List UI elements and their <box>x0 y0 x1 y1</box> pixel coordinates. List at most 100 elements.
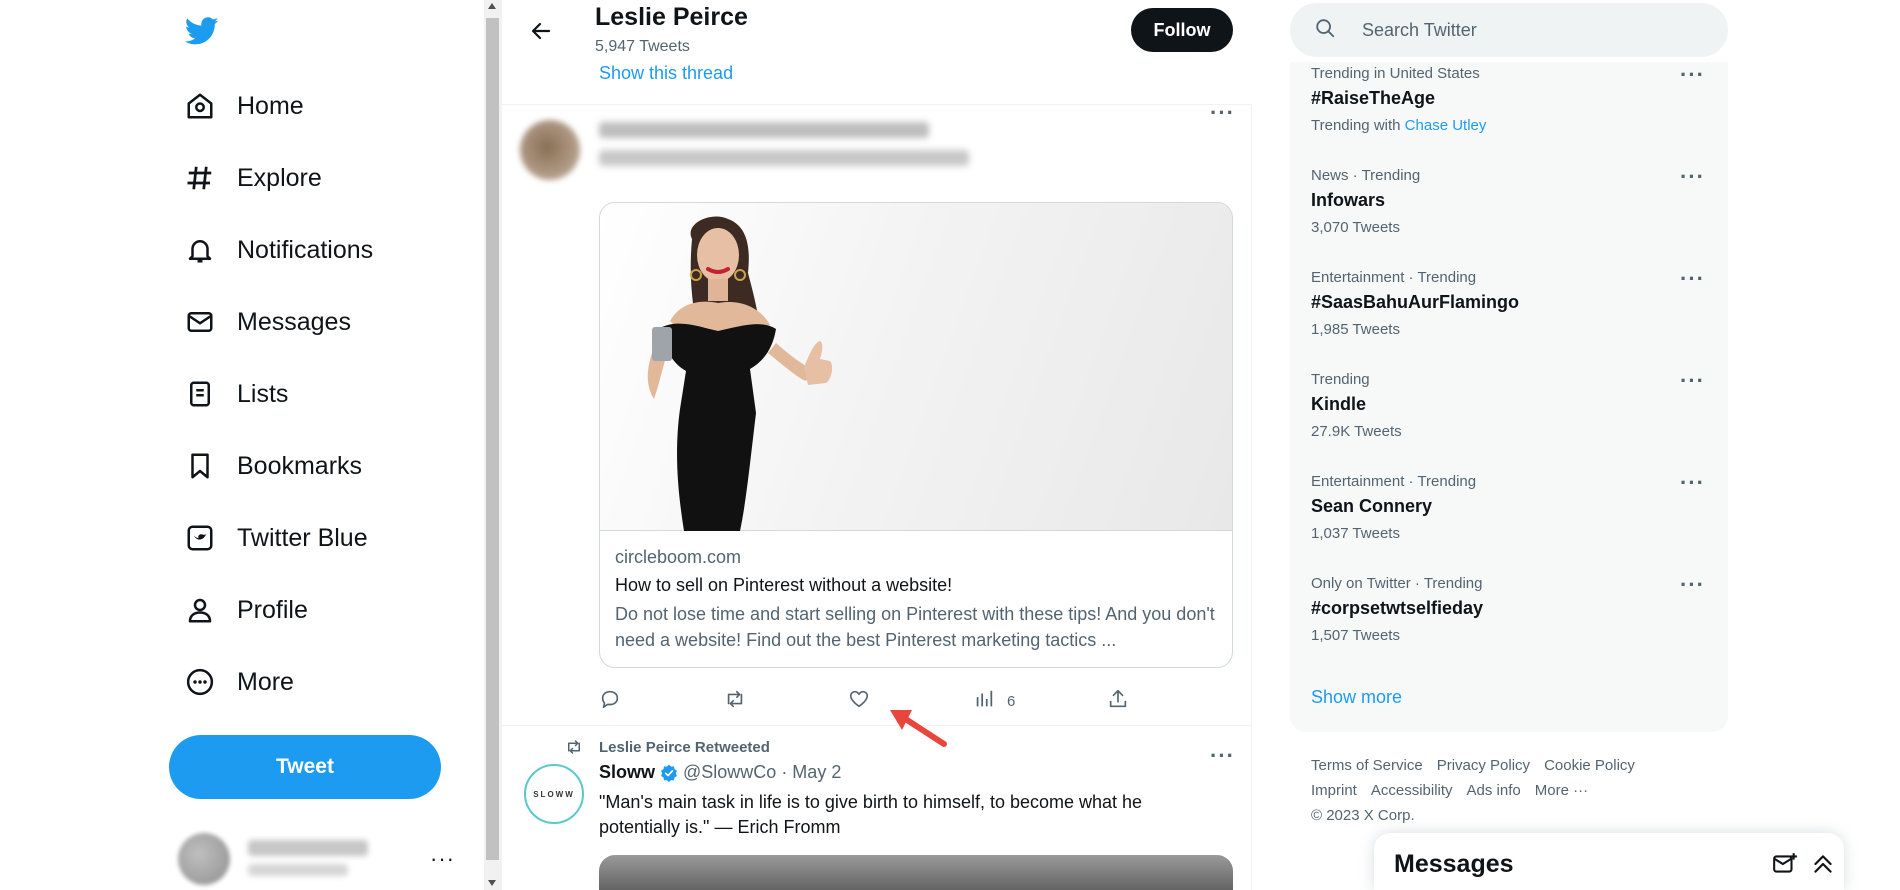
trend-meta: 1,985 Tweets <box>1311 321 1400 338</box>
heart-icon <box>848 688 870 715</box>
nav-label: Twitter Blue <box>237 523 368 552</box>
share-icon <box>1107 688 1129 715</box>
search-input[interactable] <box>1362 19 1682 41</box>
more-dots-icon: ··· <box>430 846 455 871</box>
expand-chevron-icon[interactable] <box>1810 851 1836 882</box>
trend-item[interactable]: News · Trending Infowars 3,070 Tweets ··… <box>1290 164 1728 266</box>
nav-messages[interactable]: Messages <box>175 294 367 350</box>
nav-twitter-blue[interactable]: Twitter Blue <box>175 510 384 566</box>
trend-item[interactable]: Trending Kindle 27.9K Tweets ··· <box>1290 368 1728 470</box>
twitter-page: Home Explore Notifications Messages List… <box>0 0 1900 890</box>
footer-link[interactable]: Terms of Service <box>1311 757 1423 774</box>
scrollbar-thumb[interactable] <box>486 18 499 860</box>
trend-context: Entertainment · Trending <box>1311 269 1477 286</box>
views-count: 6 <box>1007 692 1016 710</box>
trend-related-link[interactable]: Chase Utley <box>1405 117 1487 134</box>
more-dots-icon[interactable]: ··· <box>1210 100 1235 126</box>
trend-meta: 27.9K Tweets <box>1311 423 1402 440</box>
show-thread-link[interactable]: Show this thread <box>599 63 733 84</box>
nav-notifications[interactable]: Notifications <box>175 222 389 278</box>
nav-label: Bookmarks <box>237 451 363 480</box>
nav-label: Home <box>237 91 304 120</box>
nav-label: More <box>237 667 294 696</box>
trend-item[interactable]: Entertainment · Trending #SaasBahuAurFla… <box>1290 266 1728 368</box>
retweet-label[interactable]: Leslie Peirce Retweeted <box>599 739 770 756</box>
retweet-icon <box>723 688 747 715</box>
hashtag-icon <box>183 161 217 195</box>
tweet-author-name[interactable]: Sloww <box>599 762 655 783</box>
tweet-button[interactable]: Tweet <box>169 735 441 799</box>
more-dots-icon[interactable]: ··· <box>1680 572 1705 598</box>
follow-button[interactable]: Follow <box>1131 8 1233 52</box>
nav-bookmarks[interactable]: Bookmarks <box>175 438 378 494</box>
footer-link[interactable]: Privacy Policy <box>1437 757 1530 774</box>
back-arrow-icon[interactable] <box>524 14 558 48</box>
show-more-link[interactable]: Show more <box>1311 687 1402 708</box>
footer-link[interactable]: Accessibility <box>1371 782 1453 799</box>
footer-link[interactable]: Imprint <box>1311 782 1357 799</box>
views-button[interactable]: 6 <box>973 686 1015 716</box>
trend-meta: 1,507 Tweets <box>1311 627 1400 644</box>
trend-name: Kindle <box>1311 394 1367 414</box>
nav-label: Notifications <box>237 235 374 264</box>
avatar-text: SLOWW <box>533 789 575 799</box>
nav-more[interactable]: More <box>175 654 310 710</box>
scroll-down-icon[interactable] <box>488 880 496 886</box>
retweet-button[interactable] <box>723 686 747 716</box>
nav-lists[interactable]: Lists <box>175 366 304 422</box>
scroll-up-icon[interactable] <box>488 3 496 9</box>
account-switcher[interactable]: ··· <box>178 828 478 890</box>
analytics-icon <box>973 688 995 715</box>
like-button[interactable] <box>848 686 870 716</box>
more-dots-icon[interactable]: ··· <box>1680 164 1705 190</box>
tweet[interactable]: ··· circleboom.com How to sell on Pinter… <box>502 100 1252 747</box>
nav-explore[interactable]: Explore <box>175 150 338 206</box>
search-icon <box>1314 17 1336 44</box>
account-handle-blurred <box>248 864 348 876</box>
profile-name: Leslie Peirce <box>595 3 748 31</box>
main-timeline: Leslie Peirce 5,947 Tweets Show this thr… <box>501 0 1252 890</box>
trend-name: #corpsetwtselfieday <box>1311 598 1484 618</box>
nav-profile[interactable]: Profile <box>175 582 324 638</box>
trend-meta-prefix: Trending with <box>1311 117 1401 134</box>
tweet-count: 5,947 Tweets <box>595 38 690 55</box>
reply-button[interactable] <box>599 686 621 716</box>
more-dots-icon[interactable]: ··· <box>1680 470 1705 496</box>
bell-icon <box>183 233 217 267</box>
more-dots-icon[interactable]: ··· <box>1680 62 1705 88</box>
search-box[interactable] <box>1290 3 1728 57</box>
twitter-logo-icon[interactable] <box>183 14 221 48</box>
nav-label: Messages <box>237 307 351 336</box>
nav-home[interactable]: Home <box>175 78 320 134</box>
footer-link[interactable]: Cookie Policy <box>1544 757 1635 774</box>
tweet-author-blurred <box>599 122 929 138</box>
profile-header: Leslie Peirce 5,947 Tweets Show this thr… <box>502 0 1252 105</box>
right-sidebar: Trending in United States #RaiseTheAge T… <box>1270 0 1900 890</box>
account-name-blurred <box>248 840 368 856</box>
tweet-handle-date[interactable]: @SlowwCo · May 2 <box>683 762 841 783</box>
more-dots-icon[interactable]: ··· <box>1210 743 1235 769</box>
left-sidebar: Home Explore Notifications Messages List… <box>0 0 484 890</box>
messages-drawer[interactable]: Messages <box>1374 833 1844 890</box>
tweet[interactable]: Leslie Peirce Retweeted SLOWW Sloww @Slo… <box>502 727 1252 890</box>
bookmark-icon <box>183 449 217 483</box>
more-dots-icon[interactable]: ··· <box>1680 368 1705 394</box>
mail-icon <box>183 305 217 339</box>
scrollbar[interactable] <box>484 0 501 890</box>
more-dots-icon[interactable]: ··· <box>1680 266 1705 292</box>
list-icon <box>183 377 217 411</box>
trend-item[interactable]: Trending in United States #RaiseTheAge T… <box>1290 62 1728 164</box>
share-button[interactable] <box>1107 686 1129 716</box>
trend-item[interactable]: Entertainment · Trending Sean Connery 1,… <box>1290 470 1728 572</box>
new-message-icon[interactable] <box>1772 851 1798 882</box>
trend-item[interactable]: Only on Twitter · Trending #corpsetwtsel… <box>1290 572 1728 674</box>
avatar[interactable] <box>520 120 580 180</box>
card-title: How to sell on Pinterest without a websi… <box>615 575 953 595</box>
link-card[interactable]: circleboom.com How to sell on Pinterest … <box>599 202 1233 668</box>
tweet-image[interactable] <box>599 855 1233 890</box>
footer-link[interactable]: More ··· <box>1535 782 1588 799</box>
retweet-icon <box>564 738 584 761</box>
avatar[interactable]: SLOWW <box>524 764 584 824</box>
trend-name: #RaiseTheAge <box>1311 88 1436 108</box>
footer-link[interactable]: Ads info <box>1467 782 1521 799</box>
